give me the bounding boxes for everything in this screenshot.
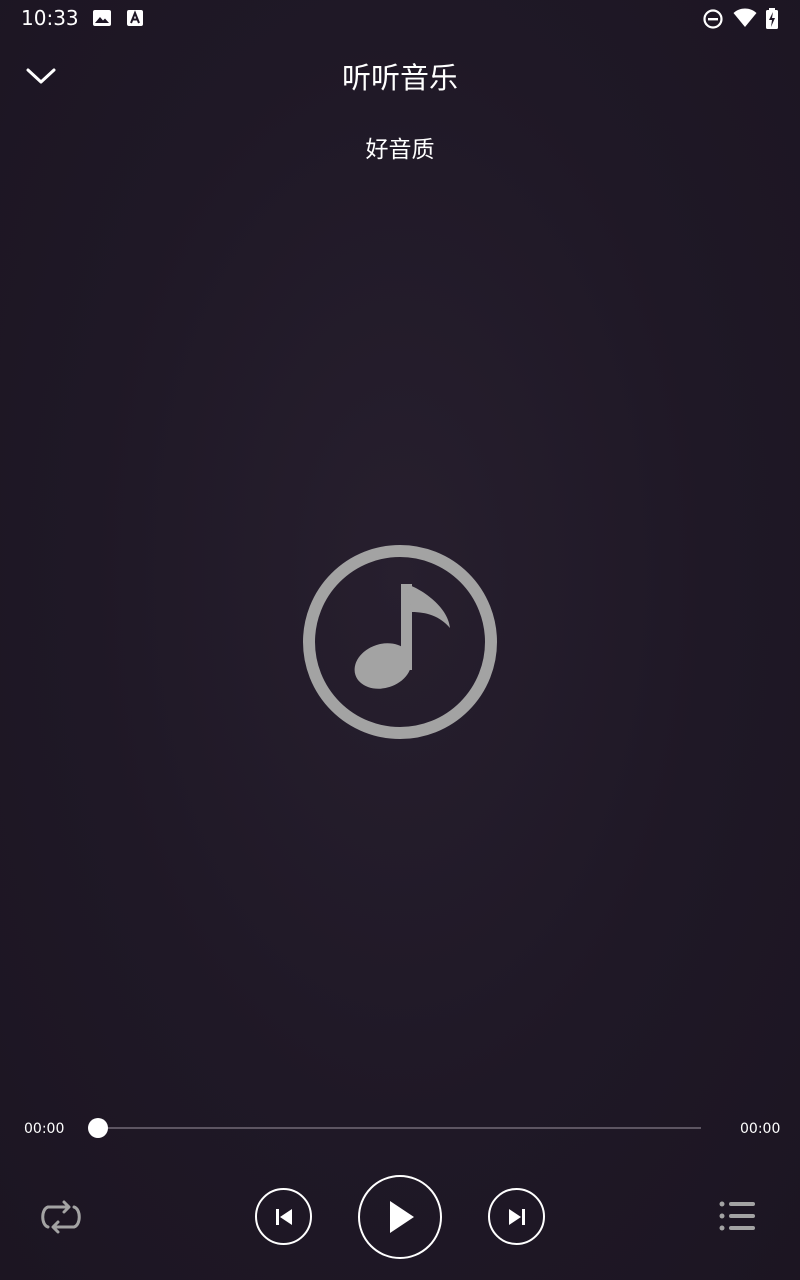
progress-thumb[interactable] <box>88 1118 108 1138</box>
collapse-button[interactable] <box>21 58 61 94</box>
total-time: 00:00 <box>740 1121 781 1137</box>
previous-button[interactable] <box>255 1188 312 1245</box>
repeat-button[interactable] <box>36 1194 86 1240</box>
playlist-button[interactable] <box>716 1196 760 1236</box>
wifi-icon <box>733 8 757 32</box>
text-a-icon <box>126 8 144 32</box>
page-title: 听听音乐 <box>341 61 458 95</box>
skip-previous-icon <box>275 1208 292 1225</box>
status-bar: 10:33 <box>0 0 800 36</box>
battery-charging-icon <box>765 8 779 34</box>
play-button[interactable] <box>358 1175 442 1259</box>
music-note-icon <box>303 545 497 739</box>
do-not-disturb-icon <box>702 8 724 34</box>
next-button[interactable] <box>488 1188 545 1245</box>
playlist-icon <box>719 1201 755 1231</box>
current-time: 00:00 <box>24 1121 65 1137</box>
repeat-icon <box>41 1200 81 1234</box>
page-subtitle: 好音质 <box>365 137 435 163</box>
chevron-down-icon <box>26 68 56 84</box>
image-icon <box>92 8 112 32</box>
music-player-screen: 10:33 听听音乐 好音质 00:00 00:00 <box>0 0 800 1280</box>
skip-next-icon <box>508 1208 525 1225</box>
progress-slider[interactable] <box>88 1118 701 1138</box>
play-icon <box>390 1201 414 1233</box>
album-artwork <box>300 542 500 742</box>
status-time: 10:33 <box>21 6 79 30</box>
